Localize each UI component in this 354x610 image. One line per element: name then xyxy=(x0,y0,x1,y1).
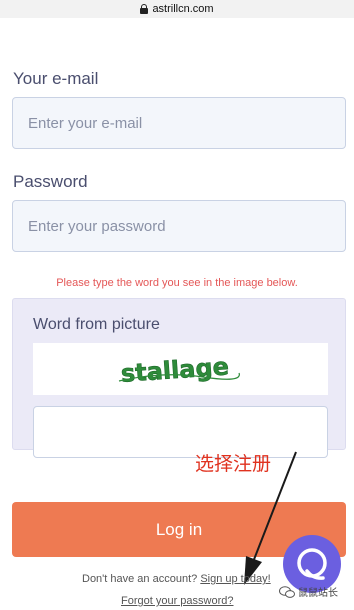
watermark: 鼠鼠站长 xyxy=(279,584,338,599)
signup-link[interactable]: Sign up today! xyxy=(200,573,270,585)
signup-prompt: Don't have an account? xyxy=(82,573,198,585)
forgot-password-link[interactable]: Forgot your password? xyxy=(121,595,234,607)
arrow-icon xyxy=(244,451,297,585)
watermark-text: 鼠鼠站长 xyxy=(298,588,338,599)
wechat-icon xyxy=(279,585,295,598)
signup-line: Don't have an account? Sign up today! xyxy=(82,573,271,585)
